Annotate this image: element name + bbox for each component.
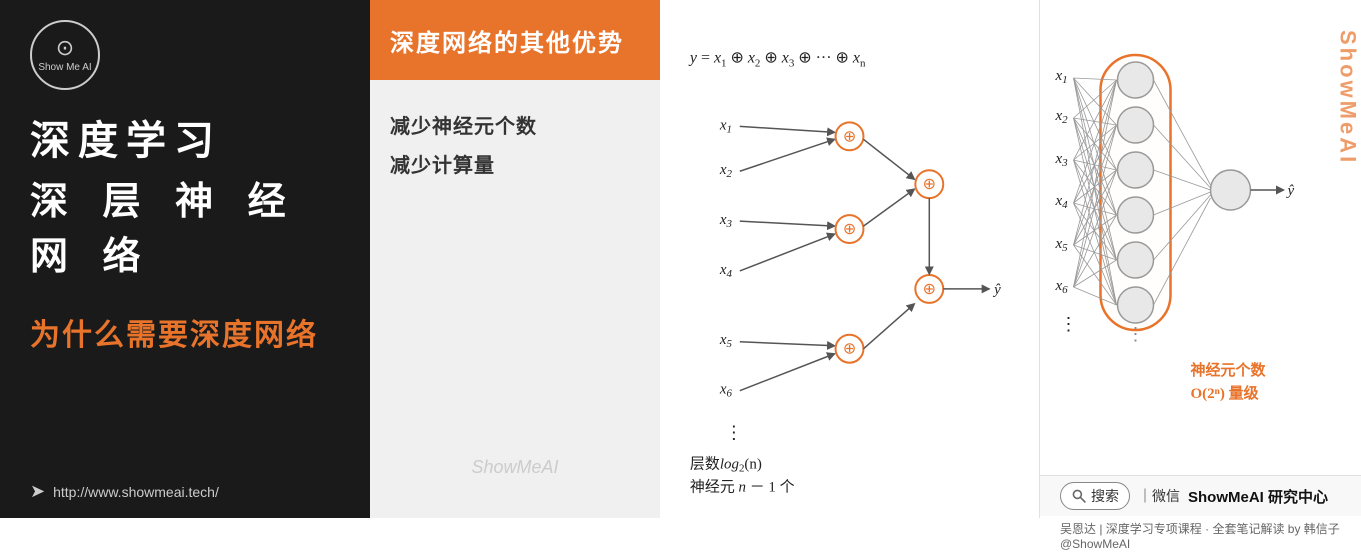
logo-icon: ⊙: [56, 37, 74, 59]
svg-text:神经元 n － 1 个: 神经元 n － 1 个: [690, 478, 795, 495]
svg-text:O(2ⁿ) 量级: O(2ⁿ) 量级: [1191, 384, 1260, 402]
svg-text:x5: x5: [1055, 236, 1069, 254]
footer-bar: 搜索 ｜微信 ShowMeAI 研究中心: [1040, 475, 1361, 516]
logo-text: Show Me AI: [38, 62, 91, 73]
middle-content: 减少神经元个数 减少计算量: [370, 80, 660, 518]
svg-text:x3: x3: [719, 212, 733, 230]
svg-text:x6: x6: [1055, 278, 1069, 296]
middle-panel: 深度网络的其他优势 减少神经元个数 减少计算量 ShowMeAI: [370, 0, 660, 518]
svg-text:神经元个数: 神经元个数: [1191, 361, 1267, 379]
svg-text:⊕: ⊕: [843, 341, 856, 358]
svg-text:x3: x3: [1055, 151, 1069, 169]
brand-label: ShowMeAI 研究中心: [1188, 486, 1328, 507]
svg-text:x2: x2: [719, 162, 733, 180]
separator-label: ｜微信: [1138, 486, 1180, 506]
svg-text:x2: x2: [1055, 108, 1069, 126]
credit-line: 吴恩达 | 深度学习专项课程 · 全套笔记解读 by 韩信子@ShowMeAI: [1040, 516, 1361, 557]
svg-text:层数log2(n): 层数log2(n): [690, 455, 762, 474]
nn-content: x1 x2 x3 x4 x5 x6 ⋮ ⋮: [1040, 0, 1361, 475]
search-box[interactable]: 搜索: [1060, 482, 1130, 510]
title-deep-learning: 深度学习: [30, 108, 222, 166]
svg-text:⊕: ⊕: [923, 176, 936, 193]
svg-text:⊕: ⊕: [843, 221, 856, 238]
svg-text:⊕: ⊕: [843, 128, 856, 145]
svg-text:⋮: ⋮: [1060, 314, 1078, 334]
svg-text:ShowMeAI: ShowMeAI: [1336, 30, 1361, 165]
link-icon: ➤: [30, 481, 45, 502]
svg-text:x1: x1: [1055, 68, 1068, 86]
neural-network-diagram: x1 x2 x3 x4 x5 x6 ⋮ ⋮: [1040, 0, 1361, 470]
search-label: 搜索: [1091, 486, 1119, 506]
svg-text:⋮: ⋮: [725, 423, 743, 443]
bottom-link[interactable]: ➤ http://www.showmeai.tech/: [30, 471, 219, 502]
svg-text:⋮: ⋮: [1127, 324, 1145, 344]
left-panel: ⊙ Show Me AI 深度学习 深 层 神 经 网 络 为什么需要深度网络 …: [0, 0, 370, 518]
header-text: 深度网络的其他优势: [390, 23, 624, 58]
svg-text:x4: x4: [719, 262, 733, 280]
svg-text:x4: x4: [1055, 193, 1069, 211]
middle-watermark: ShowMeAI: [471, 457, 558, 478]
diagram-panel: y = x1 ⊕ x2 ⊕ x3 ⊕ ··· ⊕ xn x1 x2 x3 x4 …: [660, 0, 1040, 518]
svg-text:ŷ: ŷ: [1286, 183, 1295, 199]
orange-header: 深度网络的其他优势: [370, 0, 660, 80]
svg-text:x6: x6: [719, 382, 733, 400]
bullet-reduce-compute: 减少计算量: [390, 149, 640, 178]
svg-text:y = x1 ⊕: y = x1 ⊕ x2 ⊕ x3 ⊕ ··· ⊕ xn: [688, 50, 866, 70]
svg-text:x1: x1: [719, 117, 732, 135]
logo-area: ⊙ Show Me AI: [30, 20, 100, 90]
xor-tree-diagram: y = x1 ⊕ x2 ⊕ x3 ⊕ ··· ⊕ xn x1 x2 x3 x4 …: [660, 0, 1039, 518]
title-neural-network: 深 层 神 经 网 络: [30, 170, 340, 280]
link-text: http://www.showmeai.tech/: [53, 484, 219, 500]
svg-text:⊕: ⊕: [923, 281, 936, 298]
svg-text:x5: x5: [719, 332, 733, 350]
logo-circle: ⊙ Show Me AI: [30, 20, 100, 90]
nn-panel: x1 x2 x3 x4 x5 x6 ⋮ ⋮: [1040, 0, 1361, 518]
svg-text:ŷ: ŷ: [992, 282, 1001, 298]
subtitle-why: 为什么需要深度网络: [30, 310, 318, 354]
search-icon: [1071, 488, 1087, 504]
bullet-reduce-neurons: 减少神经元个数: [390, 110, 640, 139]
